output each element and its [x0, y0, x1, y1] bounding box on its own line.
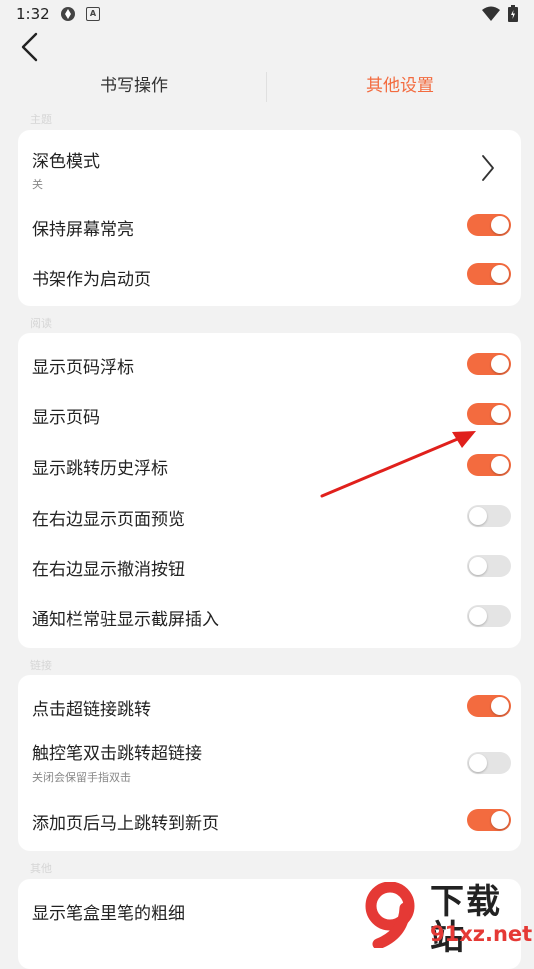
- toggle-knob: [491, 216, 509, 234]
- row-title: 触控笔双击跳转超链接: [32, 744, 202, 764]
- row-jump-new-page[interactable]: 添加页后马上跳转到新页: [18, 795, 521, 845]
- row-title: 显示页码: [32, 408, 100, 428]
- toggle-switch[interactable]: [467, 214, 511, 236]
- row-title: 深色模式: [32, 152, 100, 172]
- status-time: 1:32: [16, 5, 50, 23]
- toggle-switch[interactable]: [467, 263, 511, 285]
- row-page-number[interactable]: 显示页码: [18, 389, 521, 439]
- row-hyperlink-jump[interactable]: 点击超链接跳转: [18, 681, 521, 731]
- toggle-knob: [491, 405, 509, 423]
- row-title: 显示跳转历史浮标: [32, 459, 168, 479]
- section-label-reading: 阅读: [30, 317, 52, 330]
- row-notification-screenshot[interactable]: 通知栏常驻显示截屏插入: [18, 590, 521, 640]
- row-title: 添加页后马上跳转到新页: [32, 814, 219, 834]
- row-right-page-preview[interactable]: 在右边显示页面预览: [18, 490, 521, 540]
- wifi-icon: [482, 6, 500, 21]
- toggle-switch[interactable]: [467, 505, 511, 527]
- row-stylus-double-tap[interactable]: 触控笔双击跳转超链接 关闭会保留手指双击: [18, 733, 521, 795]
- row-title: 在右边显示页面预览: [32, 510, 185, 530]
- settings-card-reading: 显示页码浮标 显示页码 显示跳转历史浮标 在右边显示页面预览 在右边显示撤消按钮…: [18, 333, 521, 648]
- settings-card-links: 点击超链接跳转 触控笔双击跳转超链接 关闭会保留手指双击 添加页后马上跳转到新页: [18, 675, 521, 851]
- row-dark-mode[interactable]: 深色模式 关: [18, 130, 521, 202]
- row-title: 显示笔盒里笔的粗细: [32, 904, 185, 924]
- section-label-links: 链接: [30, 659, 52, 672]
- tab-writing[interactable]: 书写操作: [60, 66, 208, 106]
- toggle-switch[interactable]: [467, 555, 511, 577]
- row-title: 通知栏常驻显示截屏插入: [32, 610, 219, 630]
- app-icon: [61, 7, 75, 21]
- tab-bar: 书写操作 其他设置: [0, 66, 534, 106]
- row-right-undo-button[interactable]: 在右边显示撤消按钮: [18, 540, 521, 590]
- toggle-switch[interactable]: [467, 403, 511, 425]
- row-subtitle: 关闭会保留手指双击: [32, 771, 131, 784]
- section-label-other: 其他: [30, 862, 52, 875]
- toggle-knob: [491, 355, 509, 373]
- settings-card-theme: 深色模式 关 保持屏幕常亮 书架作为启动页: [18, 130, 521, 306]
- toggle-knob: [469, 607, 487, 625]
- battery-icon: [508, 5, 518, 22]
- toggle-switch[interactable]: [467, 695, 511, 717]
- watermark-9-icon: [365, 882, 415, 948]
- status-bar: 1:32 A: [0, 0, 534, 28]
- back-button[interactable]: [16, 30, 44, 64]
- row-keep-screen-on[interactable]: 保持屏幕常亮: [18, 202, 521, 252]
- toggle-knob: [469, 557, 487, 575]
- toggle-knob: [491, 811, 509, 829]
- row-title: 点击超链接跳转: [32, 700, 151, 720]
- watermark-logo: 下载站 91xz.net: [360, 882, 533, 956]
- row-title: 书架作为启动页: [32, 270, 151, 290]
- toggle-knob: [491, 456, 509, 474]
- row-subtitle: 关: [32, 178, 43, 191]
- tab-other-settings[interactable]: 其他设置: [326, 66, 474, 106]
- toggle-knob: [491, 265, 509, 283]
- a-badge-icon: A: [86, 7, 100, 21]
- toggle-switch[interactable]: [467, 809, 511, 831]
- watermark-domain-text: 91xz.net: [430, 922, 533, 946]
- toggle-knob: [469, 507, 487, 525]
- toggle-switch[interactable]: [467, 353, 511, 375]
- row-jump-history-float[interactable]: 显示跳转历史浮标: [18, 439, 521, 489]
- row-title: 显示页码浮标: [32, 358, 134, 378]
- toggle-knob: [491, 697, 509, 715]
- section-label-theme: 主题: [30, 113, 52, 126]
- row-bookshelf-start-page[interactable]: 书架作为启动页: [18, 252, 521, 302]
- toggle-switch[interactable]: [467, 752, 511, 774]
- chevron-right-icon: [482, 155, 494, 181]
- row-title: 保持屏幕常亮: [32, 220, 134, 240]
- toggle-switch[interactable]: [467, 454, 511, 476]
- tab-divider: [266, 72, 267, 102]
- toggle-switch[interactable]: [467, 605, 511, 627]
- row-page-number-float[interactable]: 显示页码浮标: [18, 339, 521, 389]
- toggle-knob: [469, 754, 487, 772]
- row-title: 在右边显示撤消按钮: [32, 560, 185, 580]
